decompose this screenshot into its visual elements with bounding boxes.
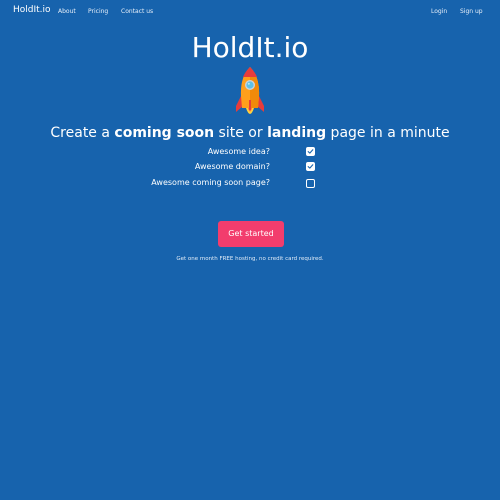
hero-title: HoldIt.io	[191, 31, 309, 64]
checklist-label-domain: Awesome domain?	[194, 162, 270, 171]
checkbox-idea[interactable]	[306, 147, 315, 156]
get-started-button[interactable]: Get started	[218, 221, 284, 247]
tagline-landing: landing	[267, 125, 327, 141]
checkbox-domain[interactable]	[306, 162, 315, 171]
navbar: HoldIt.io About Pricing Contact us Login…	[0, 0, 500, 24]
rocket-icon	[236, 67, 264, 114]
checkmark-icon	[307, 164, 314, 169]
tagline-coming-soon: coming soon	[114, 125, 215, 141]
nav-link-pricing[interactable]: Pricing	[88, 8, 108, 15]
hosting-note: Get one month FREE hosting, no credit ca…	[176, 256, 324, 262]
nav-link-contact[interactable]: Contact us	[121, 8, 153, 15]
checkbox-page[interactable]	[306, 179, 315, 188]
checklist-label-idea: Awesome idea?	[207, 147, 270, 156]
checkmark-icon	[307, 149, 314, 154]
tagline: Create a coming soon site or landing pag…	[0, 123, 500, 143]
signup-link[interactable]: Sign up	[460, 8, 483, 15]
tagline-text: site or	[214, 125, 268, 141]
brand-logo[interactable]: HoldIt.io	[13, 5, 51, 15]
tagline-text: page in a minute	[326, 125, 450, 141]
checklist-label-page: Awesome coming soon page?	[151, 178, 270, 187]
nav-link-about[interactable]: About	[58, 8, 76, 15]
tagline-text: Create a	[50, 125, 115, 141]
login-link[interactable]: Login	[431, 8, 447, 15]
